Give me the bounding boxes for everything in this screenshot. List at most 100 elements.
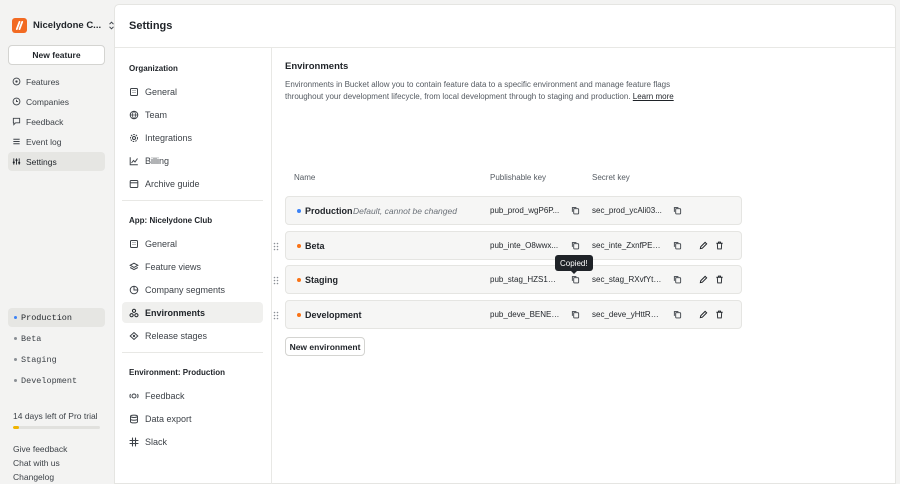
settings-item-billing[interactable]: Billing <box>122 150 263 171</box>
env-item-beta[interactable]: Beta <box>8 329 105 348</box>
settings-nav-divider <box>122 352 263 353</box>
env-item-production[interactable]: Production <box>8 308 105 327</box>
page-header: Settings <box>115 5 895 48</box>
copy-icon[interactable] <box>672 274 683 285</box>
settings-item-archive-guide[interactable]: Archive guide <box>122 173 263 194</box>
settings-item-feature-views[interactable]: Feature views <box>122 256 263 277</box>
bucket-logo-icon <box>12 17 27 33</box>
nav-item-label: Features <box>26 76 60 87</box>
building-icon <box>129 87 139 97</box>
database-icon <box>129 414 139 424</box>
give-feedback-link[interactable]: Give feedback <box>13 442 67 456</box>
gear-icon <box>129 133 139 143</box>
settings-item-slack[interactable]: Slack <box>122 431 263 452</box>
env-item-development[interactable]: Development <box>8 371 105 390</box>
environment-row-beta: Beta pub_inte_O8wwx... sec_inte_ZxnfPEq.… <box>273 231 742 260</box>
settings-item-team[interactable]: Team <box>122 104 263 125</box>
settings-item-env-feedback[interactable]: Feedback <box>122 385 263 406</box>
nav-item-companies[interactable]: Companies <box>8 92 105 111</box>
pencil-icon[interactable] <box>698 309 709 320</box>
settings-item-label: Archive guide <box>145 178 200 189</box>
publishable-key-value: pub_stag_HZS1a1... <box>490 275 560 284</box>
chart-line-icon <box>129 156 139 166</box>
changelog-link[interactable]: Changelog <box>13 470 67 484</box>
env-dot <box>14 316 17 319</box>
settings-item-app-general[interactable]: General <box>122 233 263 254</box>
trial-progress-bar <box>13 426 100 429</box>
copy-icon[interactable] <box>672 240 683 251</box>
drag-handle-icon[interactable] <box>273 276 279 285</box>
feedback-icon <box>129 391 139 401</box>
environment-dot <box>297 209 301 213</box>
toggle-icon <box>12 77 21 86</box>
drag-handle-icon[interactable] <box>273 311 279 320</box>
column-header-publishable-key: Publishable key <box>490 173 547 182</box>
copy-icon[interactable] <box>570 274 581 285</box>
nav-item-event-log[interactable]: Event log <box>8 132 105 151</box>
copy-icon[interactable] <box>570 240 581 251</box>
settings-item-integrations[interactable]: Integrations <box>122 127 263 148</box>
env-item-label: Beta <box>21 333 42 344</box>
settings-item-org-general[interactable]: General <box>122 81 263 102</box>
settings-item-company-segments[interactable]: Company segments <box>122 279 263 300</box>
environment-name: Development <box>305 310 362 320</box>
new-feature-button[interactable]: New feature <box>8 45 105 65</box>
settings-section-heading-app: App: Nicelydone Club <box>129 216 213 225</box>
env-dot <box>14 337 17 340</box>
copy-icon[interactable] <box>672 205 683 216</box>
column-header-secret-key: Secret key <box>592 173 630 182</box>
settings-item-label: Slack <box>145 436 168 447</box>
drag-handle-icon[interactable] <box>273 242 279 251</box>
settings-item-label: Integrations <box>145 132 193 143</box>
settings-nav: Organization General Team Integrations B… <box>115 48 272 484</box>
env-item-label: Development <box>21 375 78 386</box>
env-item-staging[interactable]: Staging <box>8 350 105 369</box>
building-icon <box>129 239 139 249</box>
clock-icon <box>12 97 21 106</box>
pie-chart-icon <box>129 285 139 295</box>
settings-item-environments[interactable]: Environments <box>122 302 263 323</box>
list-icon <box>12 137 21 146</box>
settings-item-label: Team <box>145 109 168 120</box>
main-panel: Settings Organization General Team Integ… <box>114 4 896 484</box>
env-item-label: Staging <box>21 354 57 365</box>
nav-item-label: Settings <box>26 156 57 167</box>
release-icon <box>129 331 139 341</box>
settings-item-label: Data export <box>145 413 192 424</box>
settings-item-label: General <box>145 238 178 249</box>
environment-dot <box>297 313 301 317</box>
new-environment-button[interactable]: New environment <box>285 337 365 356</box>
learn-more-link[interactable]: Learn more <box>633 92 674 101</box>
trial-status: 14 days left of Pro trial <box>13 411 98 421</box>
org-switcher[interactable]: Nicelydone C... <box>12 16 115 34</box>
settings-item-label: Feedback <box>145 390 185 401</box>
trash-icon[interactable] <box>714 309 725 320</box>
chat-bubble-icon <box>12 117 21 126</box>
nav-item-feedback[interactable]: Feedback <box>8 112 105 131</box>
environment-switcher: Production Beta Staging Development <box>8 308 105 392</box>
copy-icon[interactable] <box>672 309 683 320</box>
publishable-key-value: pub_prod_wgP6P... <box>490 206 560 215</box>
nav-item-settings[interactable]: Settings <box>8 152 105 171</box>
publishable-key-value: pub_deve_BENEfd... <box>490 310 560 319</box>
trash-icon[interactable] <box>714 274 725 285</box>
nav-item-features[interactable]: Features <box>8 72 105 91</box>
pencil-icon[interactable] <box>698 274 709 285</box>
settings-nav-divider <box>122 200 263 201</box>
sliders-icon <box>12 157 21 166</box>
chat-with-us-link[interactable]: Chat with us <box>13 456 67 470</box>
settings-item-label: Feature views <box>145 261 202 272</box>
settings-item-label: General <box>145 86 178 97</box>
settings-item-label: Company segments <box>145 284 226 295</box>
environments-table-header: Name Publishable key Secret key <box>285 173 745 185</box>
env-dot <box>14 358 17 361</box>
trash-icon[interactable] <box>714 240 725 251</box>
settings-item-release-stages[interactable]: Release stages <box>122 325 263 346</box>
archive-icon <box>129 179 139 189</box>
settings-item-data-export[interactable]: Data export <box>122 408 263 429</box>
nav-item-label: Event log <box>26 136 62 147</box>
copy-icon[interactable] <box>570 309 581 320</box>
copy-icon[interactable] <box>570 205 581 216</box>
footer-links: Give feedback Chat with us Changelog <box>13 442 67 484</box>
pencil-icon[interactable] <box>698 240 709 251</box>
